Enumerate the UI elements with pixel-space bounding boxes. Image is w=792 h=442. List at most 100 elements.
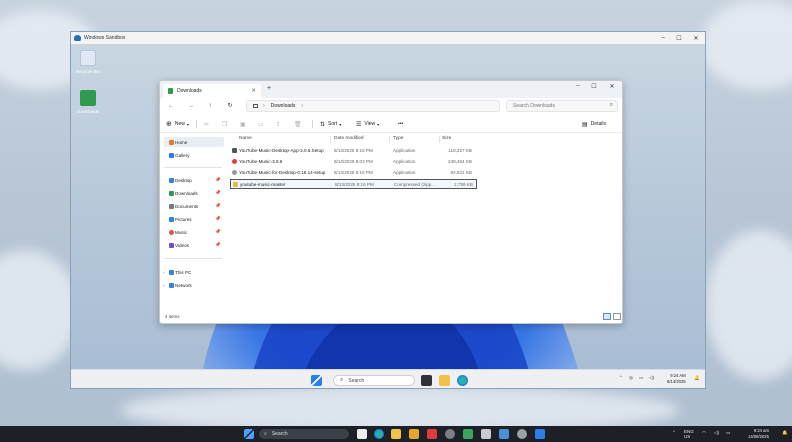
copy-icon[interactable]: ❐ (222, 119, 227, 129)
file-date: 8/13/2025 8:15 PM (334, 170, 373, 175)
wifi-icon[interactable]: ◠ (702, 430, 706, 436)
table-row-selected[interactable]: youtube-music-master 8/13/2025 8:16 PM C… (230, 179, 477, 189)
sandbox-maximize-button[interactable]: ☐ (671, 32, 687, 44)
column-header-type[interactable]: Type (393, 136, 403, 141)
tab-downloads[interactable]: Downloads ✕ (163, 84, 261, 98)
column-header-name[interactable]: Name (239, 136, 252, 141)
task-view-icon[interactable] (357, 429, 367, 439)
language-indicator[interactable]: ENG US (684, 429, 694, 439)
sidebar-item-label: Home (175, 139, 188, 145)
sort-label: Sort (328, 121, 338, 127)
chrome-icon[interactable] (445, 429, 455, 439)
table-row[interactable]: YouTube-Music-3.8.6 8/13/2025 8:03 PM Ap… (230, 157, 477, 167)
chevron-right-icon[interactable]: › (163, 283, 165, 288)
cloud (700, 0, 792, 90)
gallery-icon (169, 152, 174, 158)
taskbar-search[interactable]: ⌕ Search (333, 375, 415, 386)
cut-icon[interactable]: ✂ (204, 119, 209, 129)
sidebar-item-desktop[interactable]: Desktop 📌 (164, 175, 224, 185)
forward-button[interactable]: → (186, 101, 196, 111)
file-explorer-icon[interactable] (439, 375, 450, 386)
chevron-up-icon[interactable]: ⌃ (619, 375, 623, 381)
pin-icon[interactable]: 📌 (215, 229, 221, 235)
task-view-icon[interactable] (421, 375, 432, 386)
pin-icon[interactable]: 📌 (215, 190, 221, 196)
tab-title: Downloads (177, 88, 202, 94)
notification-bell-icon[interactable]: 🔔 (782, 430, 788, 436)
pin-icon[interactable]: 📌 (215, 177, 221, 183)
maximize-button[interactable]: ☐ (588, 83, 600, 90)
search-input[interactable]: Search Downloads ⌕ (506, 100, 618, 112)
column-header-size[interactable]: Size (442, 136, 451, 141)
pin-icon[interactable]: 📌 (215, 242, 221, 248)
file-size: 84,921 KB (450, 170, 472, 175)
start-icon[interactable] (311, 375, 322, 386)
minimize-button[interactable]: – (572, 83, 584, 89)
details-pane-icon: ▤ (582, 121, 588, 128)
refresh-button[interactable]: ↻ (225, 101, 235, 111)
sidebar-item-videos[interactable]: Videos 📌 (164, 240, 224, 250)
host-clock[interactable]: 9:24 am 14/08/2025 (748, 428, 769, 440)
sidebar-item-this-pc[interactable]: › This PC (163, 267, 224, 277)
taskbar-search[interactable]: ⌕ Search (259, 429, 349, 439)
sidebar-item-gallery[interactable]: Gallery (164, 150, 224, 160)
sidebar-item-documents[interactable]: Documents 📌 (164, 201, 224, 211)
chevron-up-icon[interactable]: ⌃ (672, 430, 676, 436)
sort-button[interactable]: ⇅ Sort ▾ (320, 119, 341, 129)
file-type: Application (393, 148, 416, 153)
edge-icon[interactable] (457, 375, 468, 386)
network-icon[interactable]: ▭ (639, 375, 643, 381)
notification-bell-icon[interactable]: 🔔 (694, 375, 700, 381)
chevron-right-icon[interactable]: › (163, 270, 165, 275)
app-icon[interactable] (409, 429, 419, 439)
sidebar-item-label: Pictures (175, 216, 192, 222)
column-header-date[interactable]: Date modified (334, 136, 364, 141)
app-icon[interactable] (499, 429, 509, 439)
back-button[interactable]: ← (166, 101, 176, 111)
sandbox-icon[interactable] (535, 429, 545, 439)
address-box[interactable]: › Downloads › (246, 100, 500, 112)
battery-icon[interactable]: ▭ (726, 430, 730, 436)
new-tab-button[interactable]: + (267, 85, 271, 92)
desktop-icon-recycle-bin[interactable]: Recycle Bin (73, 50, 103, 74)
file-explorer-icon[interactable] (391, 429, 401, 439)
breadcrumb-downloads[interactable]: Downloads (271, 103, 296, 109)
notepad-icon[interactable] (481, 429, 491, 439)
start-icon[interactable] (244, 429, 254, 439)
tab-close-icon[interactable]: ✕ (251, 88, 256, 94)
sandbox-minimize-button[interactable]: – (655, 32, 671, 44)
sidebar-item-downloads[interactable]: Downloads 📌 (164, 188, 224, 198)
view-button[interactable]: ☰ View ▾ (356, 119, 379, 129)
volume-icon[interactable]: ◁) (714, 430, 719, 436)
desktop-icon-downloads[interactable]: Downloads (73, 90, 103, 114)
more-options-button[interactable]: ••• (398, 119, 403, 129)
details-view-icon[interactable] (603, 313, 611, 320)
edge-icon[interactable] (374, 429, 384, 439)
delete-icon[interactable]: 🗑 (294, 119, 302, 129)
rename-icon[interactable]: ▭ (258, 119, 264, 129)
column-divider (330, 136, 331, 143)
table-row[interactable]: YouTube-Music-for-Desktop-0.18.14-setup … (230, 168, 477, 178)
table-row[interactable]: YouTube-Music-Desktop-App-2.0.5.Setup 8/… (230, 146, 477, 156)
pin-icon[interactable]: 📌 (215, 203, 221, 209)
paste-icon[interactable]: ▣ (240, 119, 246, 129)
share-icon[interactable]: ⇪ (276, 119, 281, 129)
details-button[interactable]: ▤ Details (582, 119, 606, 129)
youtube-music-icon[interactable] (427, 429, 437, 439)
globe-icon[interactable]: ◎ (629, 375, 633, 381)
settings-icon[interactable] (517, 429, 527, 439)
command-bar: ⊕ New ▾ ✂ ❐ ▣ ▭ ⇪ 🗑 ⇅ Sort ▾ ☰ View ▾ ••… (160, 115, 622, 133)
app-icon[interactable] (463, 429, 473, 439)
close-button[interactable]: ✕ (606, 83, 618, 90)
up-button[interactable]: ↑ (205, 101, 215, 111)
new-button[interactable]: ⊕ New ▾ (166, 119, 189, 129)
sidebar-item-pictures[interactable]: Pictures 📌 (164, 214, 224, 224)
sidebar-item-network[interactable]: › Network (163, 280, 224, 290)
sandbox-close-button[interactable]: ✕ (688, 32, 704, 44)
volume-icon[interactable]: ◁) (649, 375, 654, 381)
sandbox-clock[interactable]: 9:24 AM 8/14/2025 (667, 373, 686, 385)
sidebar-item-music[interactable]: Music 📌 (164, 227, 224, 237)
tiles-view-icon[interactable] (613, 313, 621, 320)
sidebar-item-home[interactable]: Home (164, 137, 224, 147)
pin-icon[interactable]: 📌 (215, 216, 221, 222)
